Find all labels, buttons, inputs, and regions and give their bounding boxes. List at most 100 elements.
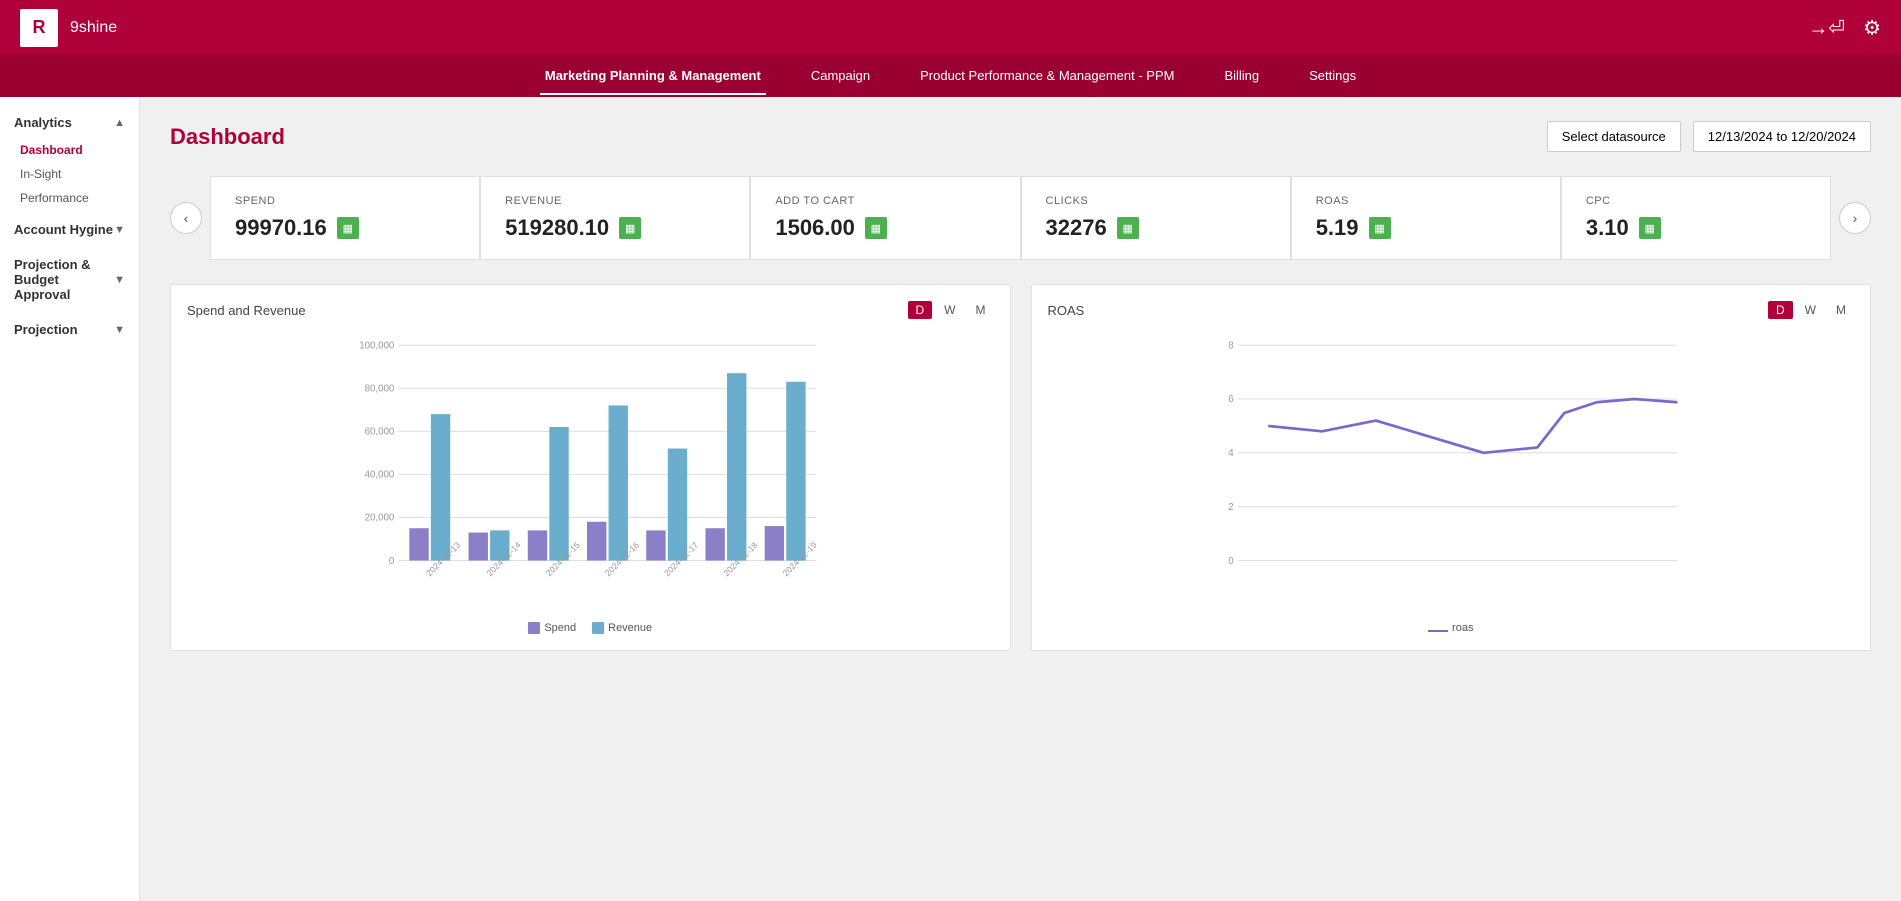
svg-text:20,000: 20,000 [365, 513, 395, 524]
roas-chart-header: ROAS D W M [1048, 301, 1855, 319]
legend-roas-label: roas [1452, 622, 1473, 634]
spend-revenue-chart-header: Spend and Revenue D W M [187, 301, 994, 319]
sidebar-section-analytics: Analytics ▲ Dashboard In-Sight Performan… [0, 107, 139, 210]
dashboard-header: Dashboard Select datasource 12/13/2024 t… [170, 121, 1871, 152]
legend-spend-color [528, 622, 540, 634]
tab-roas-m[interactable]: M [1828, 301, 1854, 319]
metric-expand-revenue[interactable]: ▦ [619, 217, 641, 239]
chevron-down-icon-projection: ▼ [114, 274, 125, 286]
metric-card-spend: SPEND 99970.16 ▦ [210, 176, 480, 260]
spend-revenue-chart-card: Spend and Revenue D W M 100,000 80,000 6… [170, 284, 1011, 651]
nav-item-ppm[interactable]: Product Performance & Management - PPM [915, 58, 1179, 95]
sidebar-analytics-label: Analytics [14, 115, 72, 130]
metric-card-add-to-cart: ADD TO CART 1506.00 ▦ [750, 176, 1020, 260]
spend-revenue-chart-area: 100,000 80,000 60,000 40,000 20,000 0 [187, 329, 994, 614]
chevron-down-icon-account: ▼ [114, 224, 125, 236]
metric-label-roas: ROAS [1316, 195, 1536, 207]
main-content: Dashboard Select datasource 12/13/2024 t… [140, 97, 1901, 901]
tab-spend-revenue-d[interactable]: D [908, 301, 933, 319]
header-controls: Select datasource 12/13/2024 to 12/20/20… [1547, 121, 1871, 152]
metric-value-row-cpc: 3.10 ▦ [1586, 215, 1806, 241]
logout-icon[interactable]: →⏎ [1808, 15, 1845, 40]
metric-card-revenue: REVENUE 519280.10 ▦ [480, 176, 750, 260]
top-bar: R 9shine →⏎ ⚙ [0, 0, 1901, 55]
chevron-up-icon: ▲ [114, 117, 125, 129]
sidebar-header-account[interactable]: Account Hygine ▼ [0, 214, 139, 245]
settings-icon[interactable]: ⚙ [1863, 15, 1881, 40]
date-range-display: 12/13/2024 to 12/20/2024 [1693, 121, 1871, 152]
metric-label-add-to-cart: ADD TO CART [775, 195, 995, 207]
metric-value-clicks: 32276 [1046, 215, 1107, 241]
spend-revenue-legend: Spend Revenue [187, 622, 994, 634]
metric-value-row-clicks: 32276 ▦ [1046, 215, 1266, 241]
metric-label-revenue: REVENUE [505, 195, 725, 207]
roas-svg: 8 6 4 2 0 [1048, 329, 1855, 609]
metric-label-cpc: CPC [1586, 195, 1806, 207]
nav-item-settings[interactable]: Settings [1304, 58, 1361, 95]
logo-area: R 9shine [20, 9, 117, 47]
tab-spend-revenue-w[interactable]: W [936, 301, 963, 319]
metric-value-row-spend: 99970.16 ▦ [235, 215, 455, 241]
roas-legend: roas [1048, 622, 1855, 634]
metrics-next-button[interactable]: › [1839, 202, 1871, 234]
select-datasource-button[interactable]: Select datasource [1547, 121, 1681, 152]
tab-spend-revenue-m[interactable]: M [968, 301, 994, 319]
legend-spend: Spend [528, 622, 576, 634]
sidebar-header-projection-budget[interactable]: Projection & Budget Approval ▼ [0, 249, 139, 310]
logo: R [20, 9, 58, 47]
roas-chart-card: ROAS D W M 8 6 4 2 0 [1031, 284, 1872, 651]
metric-label-clicks: CLICKS [1046, 195, 1266, 207]
legend-revenue-color [592, 622, 604, 634]
metric-expand-cpc[interactable]: ▦ [1639, 217, 1661, 239]
metric-value-revenue: 519280.10 [505, 215, 609, 241]
page-title: Dashboard [170, 124, 285, 150]
sidebar-item-performance[interactable]: Performance [0, 186, 139, 210]
metric-value-row-roas: 5.19 ▦ [1316, 215, 1536, 241]
svg-text:80,000: 80,000 [365, 383, 395, 394]
sidebar-projection-label: Projection [14, 322, 78, 337]
spend-revenue-svg: 100,000 80,000 60,000 40,000 20,000 0 [187, 329, 994, 609]
sidebar-section-projection: Projection ▼ [0, 314, 139, 345]
svg-text:8: 8 [1228, 340, 1233, 351]
layout: Analytics ▲ Dashboard In-Sight Performan… [0, 97, 1901, 901]
sidebar: Analytics ▲ Dashboard In-Sight Performan… [0, 97, 140, 901]
metrics-scroll: SPEND 99970.16 ▦ REVENUE 519280.10 ▦ ADD… [210, 176, 1831, 260]
metric-expand-spend[interactable]: ▦ [337, 217, 359, 239]
metric-card-cpc: CPC 3.10 ▦ [1561, 176, 1831, 260]
svg-text:2: 2 [1228, 502, 1233, 513]
svg-text:40,000: 40,000 [365, 470, 395, 481]
tab-roas-d[interactable]: D [1768, 301, 1793, 319]
metrics-container: ‹ SPEND 99970.16 ▦ REVENUE 519280.10 ▦ [170, 176, 1871, 260]
nav-item-marketing[interactable]: Marketing Planning & Management [540, 58, 766, 95]
legend-revenue: Revenue [592, 622, 652, 634]
legend-spend-label: Spend [544, 622, 576, 634]
sidebar-item-dashboard[interactable]: Dashboard [0, 138, 139, 162]
spend-revenue-tabs: D W M [908, 301, 994, 319]
charts-row: Spend and Revenue D W M 100,000 80,000 6… [170, 284, 1871, 651]
sidebar-header-projection[interactable]: Projection ▼ [0, 314, 139, 345]
svg-text:4: 4 [1228, 448, 1234, 459]
roas-chart-area: 8 6 4 2 0 [1048, 329, 1855, 614]
metrics-prev-button[interactable]: ‹ [170, 202, 202, 234]
metric-value-add-to-cart: 1506.00 [775, 215, 855, 241]
nav-item-campaign[interactable]: Campaign [806, 58, 875, 95]
sidebar-section-projection-budget: Projection & Budget Approval ▼ [0, 249, 139, 310]
sidebar-item-insight[interactable]: In-Sight [0, 162, 139, 186]
legend-roas: roas [1428, 622, 1473, 634]
svg-text:0: 0 [389, 556, 395, 567]
roas-title: ROAS [1048, 303, 1085, 318]
svg-text:6: 6 [1228, 394, 1233, 405]
tab-roas-w[interactable]: W [1797, 301, 1824, 319]
metric-value-roas: 5.19 [1316, 215, 1359, 241]
metric-value-row-add-to-cart: 1506.00 ▦ [775, 215, 995, 241]
legend-revenue-label: Revenue [608, 622, 652, 634]
metric-card-clicks: CLICKS 32276 ▦ [1021, 176, 1291, 260]
sidebar-header-analytics[interactable]: Analytics ▲ [0, 107, 139, 138]
metric-expand-add-to-cart[interactable]: ▦ [865, 217, 887, 239]
spend-revenue-title: Spend and Revenue [187, 303, 306, 318]
metric-expand-roas[interactable]: ▦ [1369, 217, 1391, 239]
metric-expand-clicks[interactable]: ▦ [1117, 217, 1139, 239]
svg-text:60,000: 60,000 [365, 427, 395, 438]
nav-item-billing[interactable]: Billing [1219, 58, 1264, 95]
app-name: 9shine [70, 19, 117, 37]
